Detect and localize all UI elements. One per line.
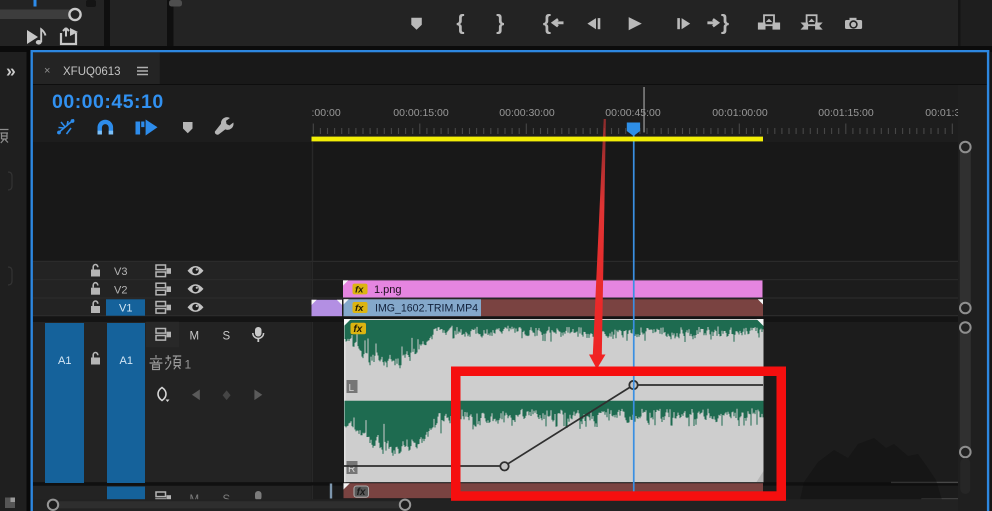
svg-text:fx: fx	[353, 324, 362, 335]
svg-text:}: }	[721, 12, 729, 35]
svg-text:L: L	[349, 383, 355, 394]
svg-text:}: }	[496, 12, 504, 35]
svg-text:1: 1	[185, 358, 192, 372]
svg-text:fx: fx	[357, 487, 366, 498]
svg-text:00:01:15:00: 00:01:15:00	[818, 107, 874, 119]
svg-text:00:00:15:00: 00:00:15:00	[393, 107, 449, 119]
svg-text:»: »	[6, 61, 16, 81]
svg-text:M: M	[190, 331, 200, 343]
svg-text:00:00:30:00: 00:00:30:00	[499, 107, 555, 119]
svg-text:fx: fx	[355, 303, 364, 314]
svg-text:A1: A1	[58, 355, 71, 367]
svg-text:S: S	[223, 331, 231, 343]
svg-text:V2: V2	[114, 284, 127, 296]
svg-text:IMG_1602.TRIM.MP4: IMG_1602.TRIM.MP4	[375, 302, 478, 314]
svg-text:{: {	[456, 12, 464, 35]
svg-text:XFUQ0613: XFUQ0613	[63, 66, 121, 78]
svg-text:00:00:45:10: 00:00:45:10	[52, 91, 164, 113]
svg-text:×: ×	[44, 65, 50, 77]
svg-text:00:01:00:00: 00:01:00:00	[712, 107, 768, 119]
svg-text:{: {	[543, 12, 551, 35]
svg-text:V3: V3	[114, 266, 127, 278]
svg-text:fx: fx	[355, 284, 364, 295]
svg-text::00:00: :00:00	[312, 107, 341, 119]
svg-text:00:00:45:00: 00:00:45:00	[605, 107, 661, 119]
svg-text:A1: A1	[120, 355, 133, 367]
svg-text:1.png: 1.png	[374, 284, 402, 296]
svg-text:V1: V1	[119, 303, 132, 315]
